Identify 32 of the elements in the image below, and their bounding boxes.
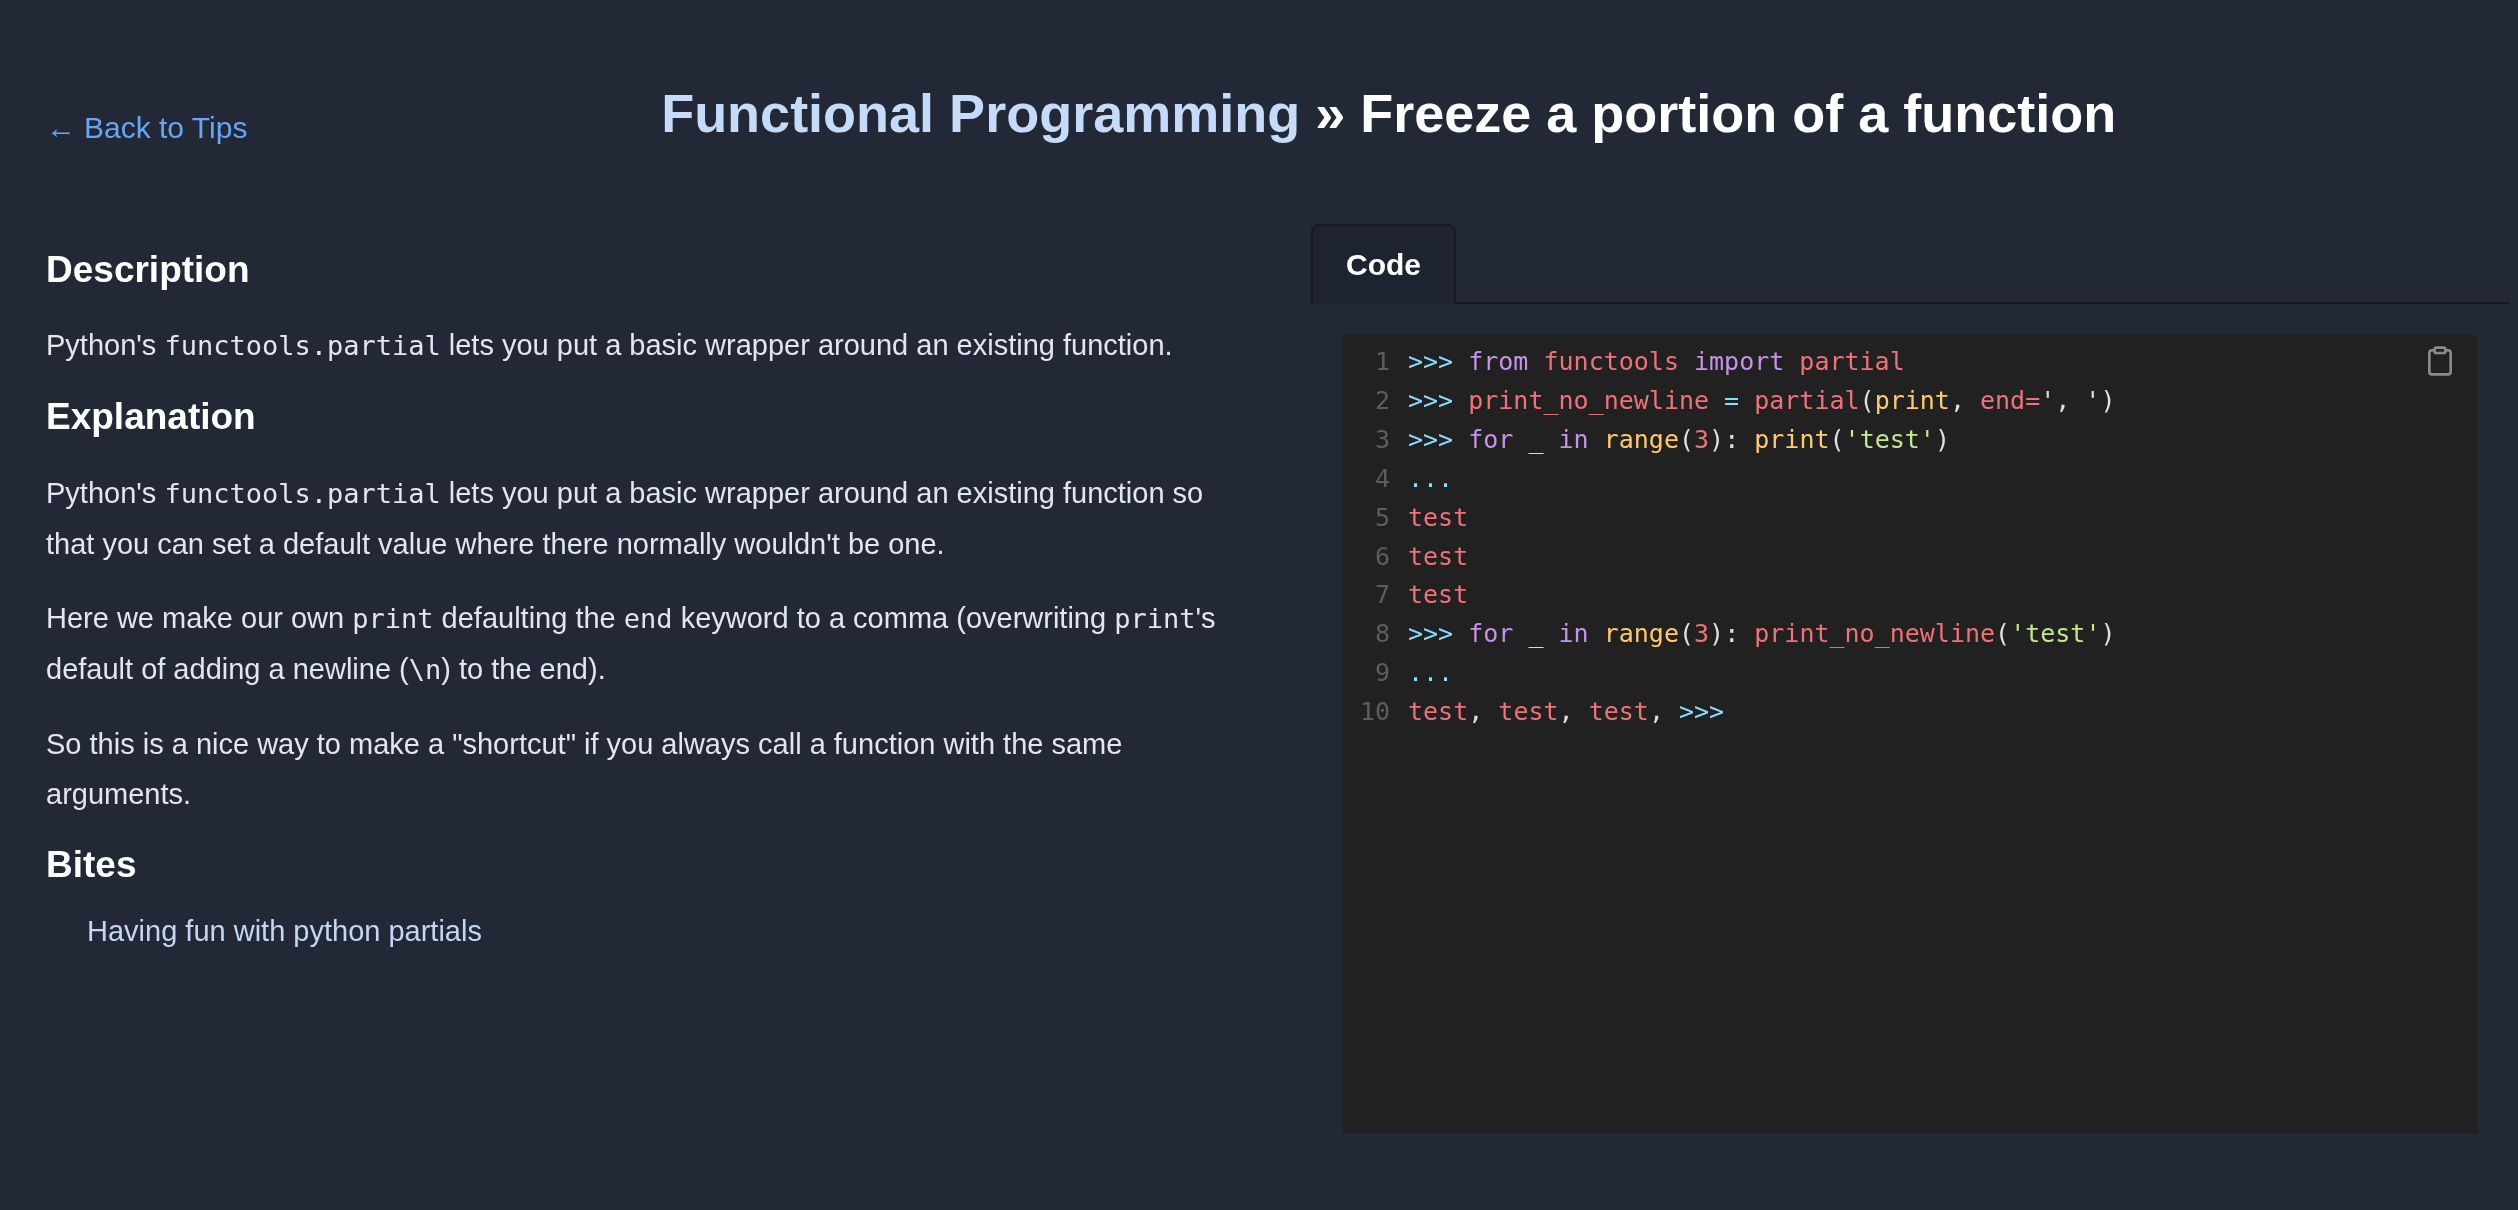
line-number: 2: [1373, 384, 1390, 417]
code-line: test: [1408, 501, 1469, 534]
section-heading: Explanation: [46, 395, 257, 440]
line-number: 1: [1373, 346, 1390, 378]
line-number: 6: [1373, 540, 1390, 573]
code-line: test: [1408, 540, 1469, 573]
page-title: » Freeze a portion of a function: [1314, 82, 2117, 144]
code-line: test: [1408, 579, 1469, 612]
line-number: 10: [1358, 696, 1390, 729]
paragraph: Python's functools.partial lets you put a basic wrapper around an existing function.: [46, 328, 1174, 364]
paragraph: Here we make our own print defaulting the end keyword to a comma (overwriting print's default of adding a newline (\n) to the end).: [46, 600, 1217, 687]
paragraph: So this is a nice way to make a "shortcut" if you always call a function with the same arguments.: [46, 726, 1124, 812]
code-line: test, test, test, >>>: [1408, 696, 1725, 729]
line-number: 5: [1373, 501, 1390, 534]
section-heading: Bites: [46, 842, 138, 887]
back-link[interactable]: ← Back to Tips: [46, 111, 248, 145]
tab[interactable]: Code: [1311, 224, 1456, 304]
paragraph: Python's functools.partial lets you put a basic wrapper around an existing function so that you can set a default value where there normally wouldn't be one.: [46, 475, 1205, 562]
section-heading: Description: [46, 248, 251, 292]
line-number: 9: [1373, 657, 1390, 690]
code-line: >>> for _ in range(3): print_no_newline('test'): [1408, 618, 2116, 651]
line-number: 3: [1373, 423, 1390, 456]
line-number: 4: [1373, 462, 1390, 495]
code-line: >>> from functools import partial: [1408, 346, 1905, 378]
line-number: 8: [1373, 618, 1390, 651]
code-line: >>> print_no_newline = partial(print, end=', '): [1408, 384, 2116, 417]
category-link[interactable]: Functional Programming: [661, 82, 1301, 144]
code-line: ...: [1408, 462, 1454, 495]
bite-link[interactable]: Having fun with python partials: [87, 915, 482, 948]
code-line: >>> for _ in range(3): print('test'): [1408, 423, 1950, 456]
code-line: ...: [1408, 657, 1454, 690]
line-number: 7: [1373, 579, 1390, 612]
